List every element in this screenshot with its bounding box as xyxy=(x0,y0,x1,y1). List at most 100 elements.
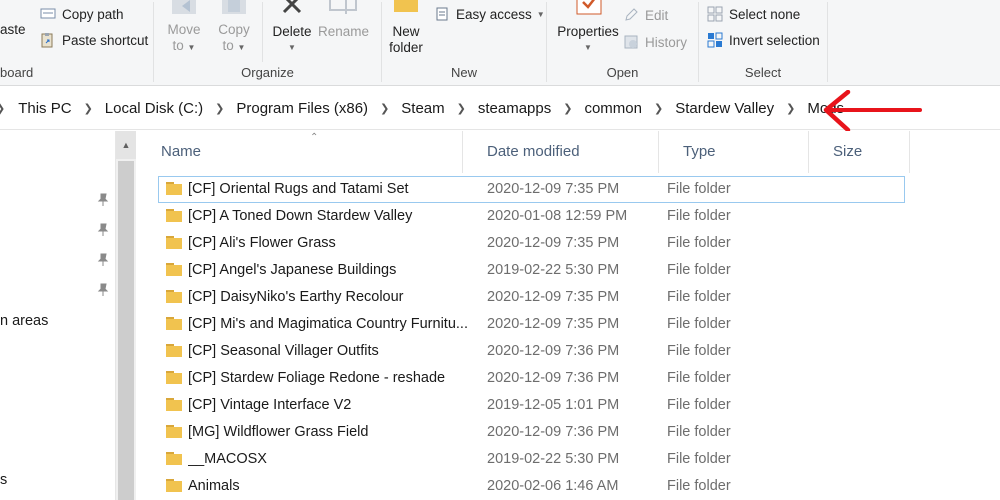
delete-chevron-down-icon: ▼ xyxy=(288,43,296,52)
column-header-size[interactable]: Size xyxy=(809,131,910,173)
move-to-chevron-down-icon: ▼ xyxy=(187,43,196,52)
table-row[interactable]: [CP] Vintage Interface V2 2019-12-05 1:01… xyxy=(137,392,1000,419)
paste-shortcut-button[interactable]: Paste shortcut xyxy=(40,32,148,48)
column-header-row: Name ⌃ Date modified Type Size xyxy=(137,131,1000,173)
select-none-button[interactable]: Select none xyxy=(707,6,800,22)
rename-icon xyxy=(318,0,368,22)
clipboard-group-label: board xyxy=(0,65,34,80)
file-type: File folder xyxy=(667,208,731,224)
delete-label: Delete xyxy=(272,24,312,39)
move-to-button[interactable]: Move to ▼ xyxy=(166,0,202,56)
pin-icon[interactable] xyxy=(96,253,110,267)
file-list[interactable]: Name ⌃ Date modified Type Size [CF] Orie… xyxy=(137,131,1000,500)
paste-shortcut-icon xyxy=(40,32,56,48)
breadcrumb-chevron-right-icon[interactable]: ❯ xyxy=(215,102,224,115)
copy-to-chevron-down-icon: ▼ xyxy=(237,43,246,52)
breadcrumb-chevron-right-icon[interactable]: ❯ xyxy=(84,102,93,115)
properties-chevron-down-icon: ▼ xyxy=(584,43,592,52)
table-row[interactable]: [MG] Wildflower Grass Field 2020-12-09 7:… xyxy=(137,419,1000,446)
table-row[interactable]: [CP] Mi's and Magimatica Country Furnitu… xyxy=(137,311,1000,338)
ribbon: aste Copy path Paste shortcut board Move… xyxy=(0,0,1000,86)
nav-item-partial[interactable]: s xyxy=(0,472,7,488)
breadcrumb-chevron-right-icon[interactable]: ❯ xyxy=(654,102,663,115)
history-icon xyxy=(623,34,639,50)
organize-group: Move to ▼ Copy to ▼ Delete ▼ Rename Orga… xyxy=(154,0,381,85)
properties-button[interactable]: Properties ▼ xyxy=(553,0,623,56)
table-row[interactable]: __MACOSX 2019-02-22 5:30 PM File folder xyxy=(137,446,1000,473)
copy-to-label-2: to xyxy=(222,38,234,53)
breadcrumb-item-steamapps[interactable]: steamapps xyxy=(476,100,553,117)
file-date-modified: 2020-12-09 7:35 PM xyxy=(487,289,620,305)
breadcrumb-chevron-right-icon[interactable]: ❯ xyxy=(380,102,389,115)
column-header-date-modified[interactable]: Date modified xyxy=(463,131,659,173)
scroll-up-arrow-icon[interactable]: ▲ xyxy=(116,131,136,159)
file-date-modified: 2020-02-06 1:46 AM xyxy=(487,478,619,494)
rename-label: Rename xyxy=(318,24,370,39)
open-group-label: Open xyxy=(606,65,639,80)
table-row[interactable]: [CP] DaisyNiko's Earthy Recolour 2020-12-… xyxy=(137,284,1000,311)
column-header-name[interactable]: Name xyxy=(137,131,463,173)
scrollbar-thumb[interactable] xyxy=(118,161,134,500)
breadcrumb-item-common[interactable]: common xyxy=(582,100,644,117)
breadcrumb-item-stardew-valley[interactable]: Stardew Valley xyxy=(673,100,776,117)
new-folder-label: New xyxy=(392,24,420,39)
table-row[interactable]: Animals 2020-02-06 1:46 AM File folder xyxy=(137,473,1000,500)
table-row[interactable]: [CP] Angel's Japanese Buildings 2019-02-2… xyxy=(137,257,1000,284)
folder-icon xyxy=(166,344,182,357)
properties-icon xyxy=(553,0,623,22)
file-type: File folder xyxy=(667,316,731,332)
history-button[interactable]: History xyxy=(623,34,687,50)
breadcrumb-chevron-right-icon[interactable]: ❯ xyxy=(563,102,572,115)
breadcrumb-item-program-files[interactable]: Program Files (x86) xyxy=(234,100,370,117)
nav-scrollbar[interactable]: ▲ xyxy=(115,131,136,500)
column-header-size-label: Size xyxy=(833,143,863,160)
file-name: [CP] Ali's Flower Grass xyxy=(188,235,336,251)
breadcrumb-item-local-disk[interactable]: Local Disk (C:) xyxy=(103,100,205,117)
easy-access-button[interactable]: Easy access ▼ xyxy=(434,6,545,22)
folder-icon xyxy=(166,371,182,384)
file-type: File folder xyxy=(667,235,731,251)
folder-icon xyxy=(166,317,182,330)
file-date-modified: 2020-12-09 7:35 PM xyxy=(487,181,620,197)
paste-button[interactable]: aste xyxy=(0,22,26,38)
copy-path-label: Copy path xyxy=(62,6,124,22)
file-type: File folder xyxy=(667,451,731,467)
organize-group-label: Organize xyxy=(241,65,294,80)
file-name: [CF] Oriental Rugs and Tatami Set xyxy=(188,181,409,197)
folder-icon xyxy=(166,209,182,222)
table-row[interactable]: [CF] Oriental Rugs and Tatami Set 2020-12… xyxy=(158,176,905,203)
breadcrumb: ❯ This PC ❯ Local Disk (C:) ❯ Program Fi… xyxy=(0,87,846,130)
navigation-pane[interactable]: n areas s ▲ xyxy=(0,131,137,500)
delete-button[interactable]: Delete ▼ xyxy=(270,0,314,56)
invert-selection-button[interactable]: Invert selection xyxy=(707,32,820,48)
pin-icon[interactable] xyxy=(96,193,110,207)
copy-to-button[interactable]: Copy to ▼ xyxy=(216,0,252,56)
new-folder-label-2: folder xyxy=(389,40,423,55)
table-row[interactable]: [CP] Seasonal Villager Outfits 2020-12-09… xyxy=(137,338,1000,365)
breadcrumb-chevron-right-icon[interactable]: ❯ xyxy=(457,102,466,115)
folder-icon xyxy=(166,479,182,492)
edit-button[interactable]: Edit xyxy=(623,7,668,23)
file-type: File folder xyxy=(667,181,731,197)
pin-icon[interactable] xyxy=(96,223,110,237)
column-header-type[interactable]: Type xyxy=(659,131,809,173)
file-date-modified: 2020-01-08 12:59 PM xyxy=(487,208,628,224)
file-name: [CP] DaisyNiko's Earthy Recolour xyxy=(188,289,404,305)
invert-selection-label: Invert selection xyxy=(729,32,820,48)
table-row[interactable]: [CP] Ali's Flower Grass 2020-12-09 7:35 P… xyxy=(137,230,1000,257)
file-name: Animals xyxy=(188,478,240,494)
new-folder-button[interactable]: New folder xyxy=(386,0,426,56)
breadcrumb-chevron-right-icon: ❯ xyxy=(0,102,5,115)
edit-label: Edit xyxy=(645,7,669,23)
table-row[interactable]: [CP] A Toned Down Stardew Valley 2020-01-… xyxy=(137,203,1000,230)
folder-icon xyxy=(166,290,182,303)
rename-button[interactable]: Rename xyxy=(318,0,370,40)
breadcrumb-item-steam[interactable]: Steam xyxy=(399,100,446,117)
nav-item-partial[interactable]: n areas xyxy=(0,313,48,329)
pin-icon[interactable] xyxy=(96,283,110,297)
copy-path-button[interactable]: Copy path xyxy=(40,6,124,22)
breadcrumb-item-this-pc[interactable]: This PC xyxy=(16,100,73,117)
table-row[interactable]: [CP] Stardew Foliage Redone - reshade 202… xyxy=(137,365,1000,392)
breadcrumb-chevron-right-icon[interactable]: ❯ xyxy=(786,102,795,115)
file-date-modified: 2019-12-05 1:01 PM xyxy=(487,397,620,413)
